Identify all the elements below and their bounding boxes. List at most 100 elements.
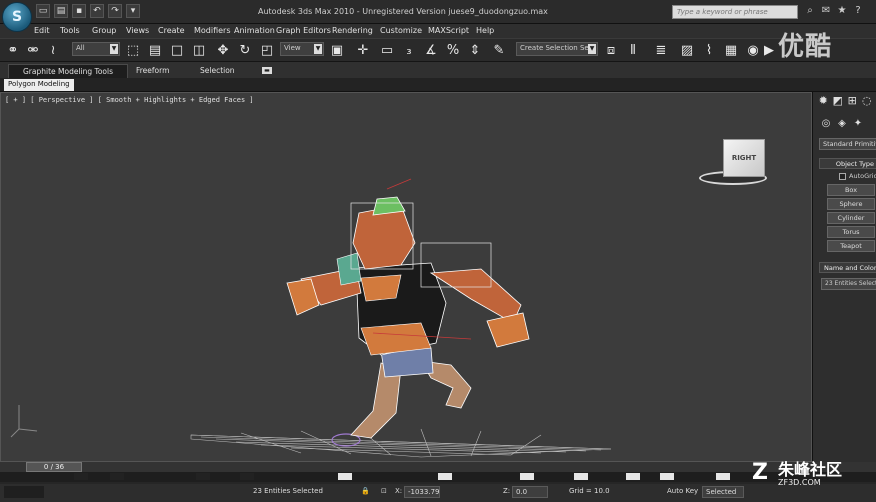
keyframe-marker[interactable] — [438, 473, 452, 480]
favorites-icon[interactable]: ★ — [836, 5, 848, 17]
cylinder-button[interactable]: Cylinder — [827, 212, 875, 224]
help-icon[interactable]: ? — [852, 5, 864, 17]
lock-selection-icon[interactable]: 🔒 — [358, 486, 373, 498]
snap-toggle-icon[interactable]: ₃ — [400, 42, 418, 60]
keyframe-marker[interactable] — [196, 473, 210, 480]
teapot-button[interactable]: Teapot — [827, 240, 875, 252]
communication-icon[interactable]: ✉ — [820, 5, 832, 17]
select-object-icon[interactable]: ⬚ — [124, 42, 142, 60]
curve-editor-icon[interactable]: ⌇ — [700, 42, 718, 60]
redo-icon[interactable]: ↷ — [108, 4, 122, 18]
layer-manager-icon[interactable]: ≣ — [652, 42, 670, 60]
quick-access-toolbar: ▭ ▤ ▪ ↶ ↷ ▾ — [36, 4, 140, 18]
keyframe-marker[interactable] — [660, 473, 674, 480]
menu-modifiers[interactable]: Modifiers — [194, 26, 231, 35]
named-selection-set-dropdown[interactable]: Create Selection Set ▼ — [516, 42, 598, 56]
hierarchy-tab-icon[interactable]: ⊞ — [846, 94, 859, 108]
render-setup-icon[interactable]: ▶ — [760, 42, 778, 60]
keyframe-marker[interactable] — [338, 473, 352, 480]
rotate-icon[interactable]: ↻ — [236, 42, 254, 60]
percent-snap-icon[interactable]: % — [444, 42, 462, 60]
scene-canvas[interactable] — [1, 93, 812, 462]
select-manipulate-icon[interactable]: ✛ — [354, 42, 372, 60]
z-coordinate-field[interactable]: 0.0 — [512, 486, 548, 498]
menu-group[interactable]: Group — [92, 26, 116, 35]
box-button[interactable]: Box — [827, 184, 875, 196]
keyboard-shortcut-icon[interactable]: ▭ — [378, 42, 396, 60]
edit-named-selection-icon[interactable]: ✎ — [490, 42, 508, 60]
main-toolbar: ⚭ ⚮ ≀ All ▼ ⬚ ▤ □ ◫ ✥ ↻ ◰ View ▼ ▣ ✛ ▭ ₃… — [0, 38, 876, 62]
tab-graphite-modeling-tools[interactable]: Graphite Modeling Tools — [8, 64, 129, 78]
spinner-snap-icon[interactable]: ⇕ — [466, 42, 484, 60]
rectangular-selection-icon[interactable]: □ — [168, 42, 186, 60]
new-file-icon[interactable]: ▭ — [36, 4, 50, 18]
modify-tab-icon[interactable]: ◩ — [832, 94, 845, 108]
key-filter-dropdown[interactable]: Selected — [702, 486, 744, 498]
perspective-viewport[interactable]: [ + ] [ Perspective ] [ Smooth + Highlig… — [0, 92, 812, 462]
geometry-icon[interactable]: ◎ — [819, 117, 833, 131]
menu-edit[interactable]: Edit — [34, 26, 50, 35]
search-input[interactable]: Type a keyword or phrase — [672, 5, 798, 19]
torus-button[interactable]: Torus — [827, 226, 875, 238]
menu-customize[interactable]: Customize — [380, 26, 422, 35]
menu-tools[interactable]: Tools — [60, 26, 80, 35]
object-name-field[interactable]: 23 Entities Selected — [821, 278, 876, 290]
menu-animation[interactable]: Animation — [234, 26, 275, 35]
x-coordinate-field[interactable]: -1033.79 — [404, 486, 440, 498]
menu-graph-editors[interactable]: Graph Editors — [276, 26, 331, 35]
time-slider-thumb[interactable]: 0 / 36 — [26, 462, 82, 472]
app-logo[interactable]: S — [2, 2, 32, 32]
reference-coordinate-dropdown[interactable]: View ▼ — [280, 42, 324, 56]
undo-icon[interactable]: ↶ — [90, 4, 104, 18]
viewcube[interactable]: RIGHT — [723, 139, 765, 177]
project-folder-icon[interactable]: ▾ — [126, 4, 140, 18]
keyframe-marker[interactable] — [110, 473, 124, 480]
selection-filter-dropdown[interactable]: All ▼ — [72, 42, 120, 56]
schematic-view-icon[interactable]: ▦ — [722, 42, 740, 60]
window-crossing-icon[interactable]: ◫ — [190, 42, 208, 60]
keyframe-marker[interactable] — [574, 473, 588, 480]
menu-help[interactable]: Help — [476, 26, 494, 35]
pivot-center-icon[interactable]: ▣ — [328, 42, 346, 60]
select-by-name-icon[interactable]: ▤ — [146, 42, 164, 60]
menu-create[interactable]: Create — [158, 26, 185, 35]
lights-icon[interactable]: ✦ — [851, 117, 865, 131]
tab-freeform[interactable]: Freeform — [122, 64, 183, 78]
keyframe-marker[interactable] — [626, 473, 640, 480]
absolute-mode-icon[interactable]: ⊡ — [378, 486, 390, 498]
save-file-icon[interactable]: ▪ — [72, 4, 86, 18]
align-icon[interactable]: ⫴ — [624, 42, 642, 60]
name-and-color-rollout[interactable]: Name and Color — [819, 262, 876, 273]
autogrid-checkbox[interactable]: AutoGrid — [839, 172, 876, 180]
graphite-toggle-icon[interactable]: ▨ — [678, 42, 696, 60]
unlink-icon[interactable]: ⚮ — [24, 42, 42, 60]
menu-maxscript[interactable]: MAXScript — [428, 26, 469, 35]
menu-views[interactable]: Views — [126, 26, 149, 35]
polygon-modeling-panel-button[interactable]: Polygon Modeling — [4, 79, 74, 91]
bind-space-warp-icon[interactable]: ≀ — [44, 42, 62, 60]
keyframe-marker[interactable] — [520, 473, 534, 480]
primitive-category-dropdown[interactable]: Standard Primitives — [819, 138, 876, 150]
keyframe-marker[interactable] — [716, 473, 730, 480]
move-icon[interactable]: ✥ — [214, 42, 232, 60]
open-file-icon[interactable]: ▤ — [54, 4, 68, 18]
create-tab-icon[interactable]: ✹ — [817, 94, 830, 108]
link-icon[interactable]: ⚭ — [4, 42, 22, 60]
keyframe-marker[interactable] — [74, 473, 88, 480]
motion-tab-icon[interactable]: ◌ — [861, 94, 874, 108]
object-type-rollout[interactable]: Object Type — [819, 158, 876, 169]
angle-snap-icon[interactable]: ∡ — [422, 42, 440, 60]
tab-selection[interactable]: Selection — [186, 64, 249, 78]
shapes-icon[interactable]: ◈ — [835, 117, 849, 131]
chevron-down-icon: ▼ — [110, 44, 118, 54]
time-slider[interactable]: 0 / 36 — [0, 462, 876, 472]
menu-rendering[interactable]: Rendering — [332, 26, 373, 35]
auto-key-button[interactable]: Auto Key — [664, 486, 701, 498]
scale-icon[interactable]: ◰ — [258, 42, 276, 60]
ribbon-minimize-icon[interactable]: ▬ — [262, 67, 272, 74]
keyframe-marker[interactable] — [240, 473, 254, 480]
maxscript-listener[interactable] — [4, 486, 44, 498]
sphere-button[interactable]: Sphere — [827, 198, 875, 210]
mirror-icon[interactable]: ⧈ — [602, 42, 620, 60]
binoculars-icon[interactable]: ⌕ — [804, 5, 816, 17]
